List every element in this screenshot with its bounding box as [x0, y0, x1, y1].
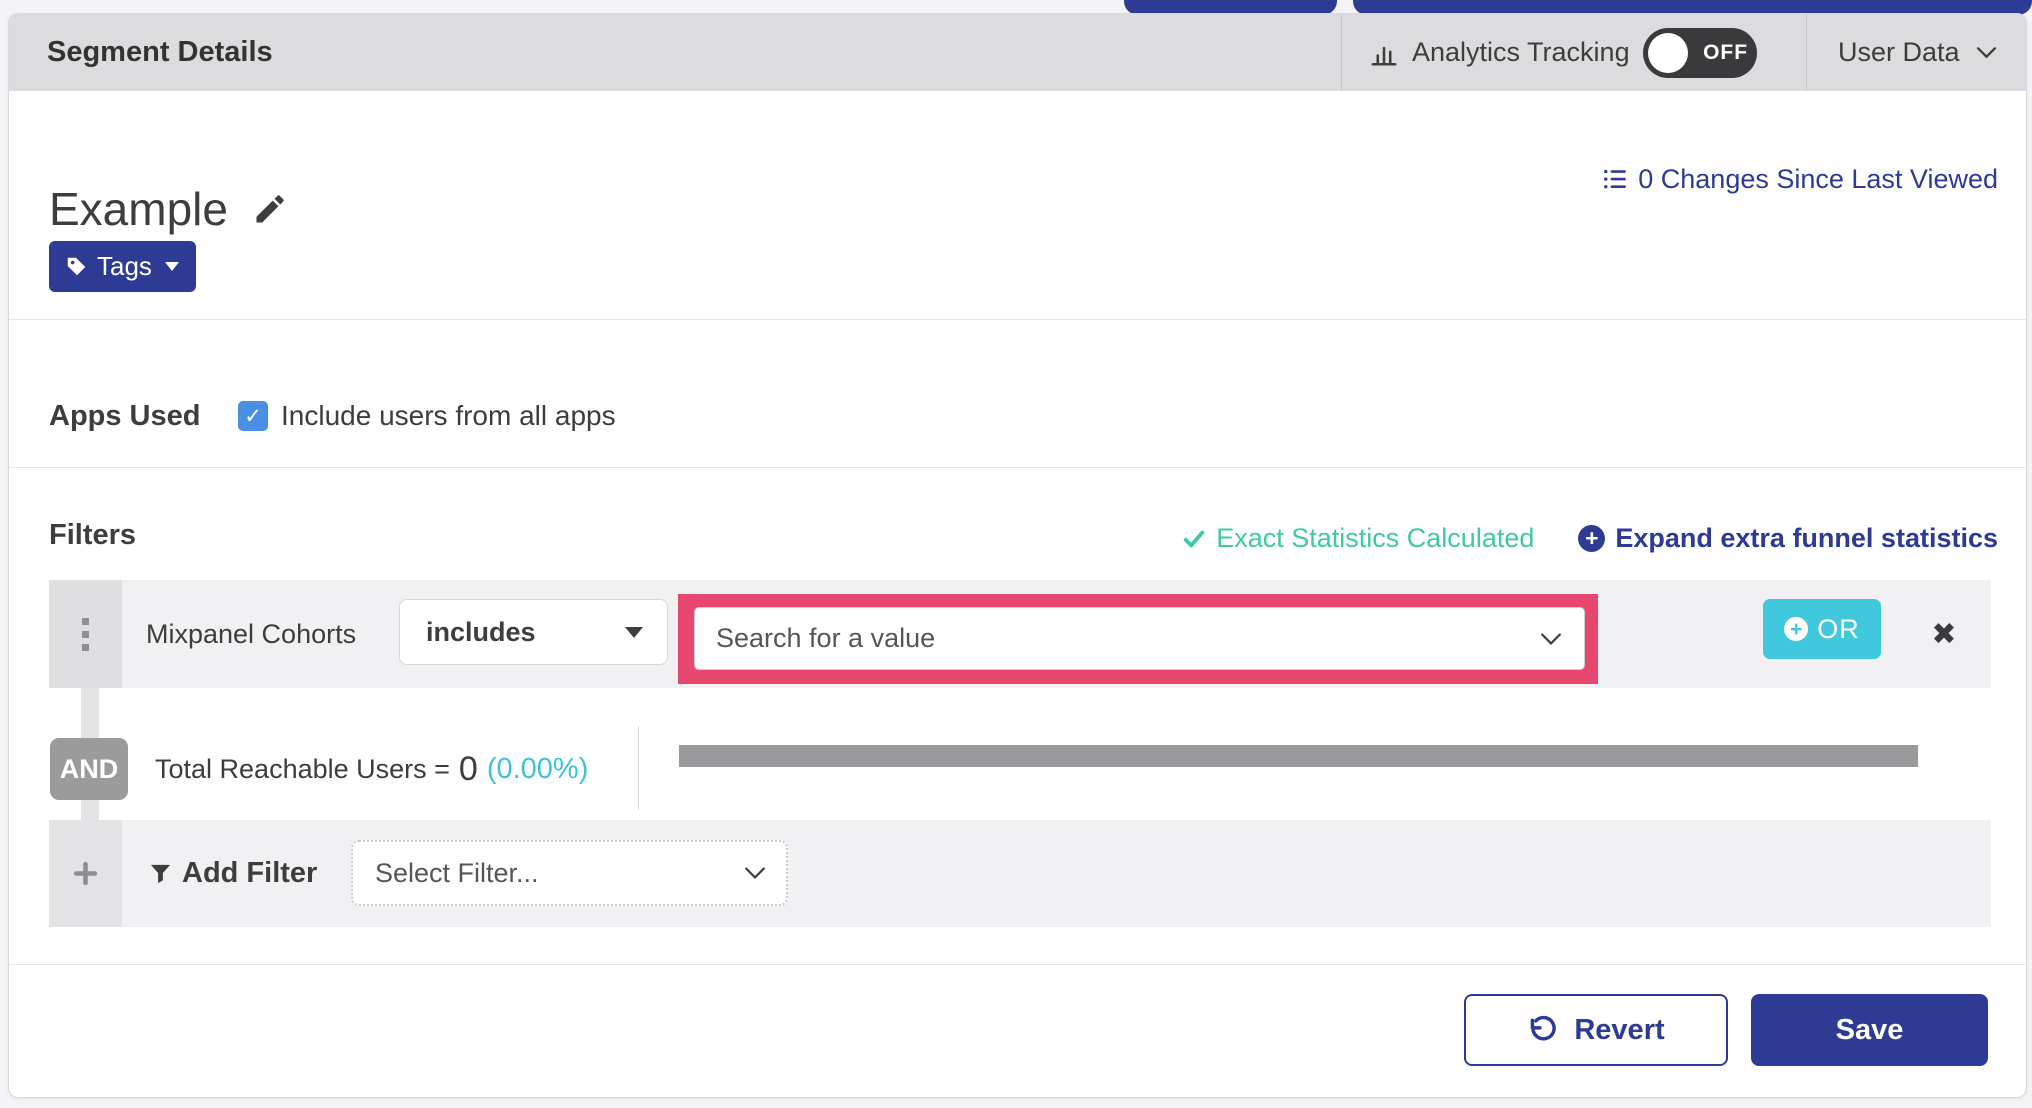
analytics-tracking-toggle[interactable]: OFF	[1642, 27, 1757, 78]
add-filter-label-group: Add Filter	[149, 820, 317, 927]
chevron-down-icon	[1540, 632, 1562, 646]
vertical-dots-icon	[82, 617, 89, 651]
add-filter-row: Add Filter Select Filter...	[49, 820, 1991, 927]
remove-filter-button[interactable]: ✖	[1909, 580, 1979, 688]
caret-down-icon	[164, 262, 179, 271]
toggle-knob	[1647, 32, 1688, 73]
changes-link-label: 0 Changes Since Last Viewed	[1638, 163, 1998, 194]
page-title: Segment Details	[47, 36, 273, 68]
caret-down-icon	[625, 626, 643, 638]
reachable-value: 0	[458, 749, 478, 788]
value-search-select[interactable]: Search for a value	[694, 607, 1585, 670]
close-icon: ✖	[1931, 617, 1957, 651]
user-data-label: User Data	[1838, 37, 1960, 67]
filter-row: Mixpanel Cohorts includes Search for a v…	[49, 580, 1991, 688]
total-reachable-users: Total Reachable Users = 0 (0.00%)	[155, 738, 588, 800]
tags-button-label: Tags	[97, 251, 152, 281]
toggle-state-label: OFF	[1703, 40, 1749, 64]
chevron-down-icon	[744, 866, 766, 880]
check-icon: ✓	[244, 404, 262, 428]
funnel-icon	[149, 862, 172, 885]
add-filter-label: Add Filter	[182, 857, 318, 889]
and-label: AND	[59, 753, 119, 784]
exact-statistics-label: Exact Statistics Calculated	[1216, 523, 1535, 553]
stats-divider	[638, 726, 639, 810]
operator-select[interactable]: includes	[399, 599, 668, 665]
section-divider	[9, 319, 2026, 320]
panel-header: Segment Details Analytics Tracking OFF U…	[9, 14, 2026, 91]
expand-funnel-statistics-link[interactable]: + Expand extra funnel statistics	[1578, 523, 1998, 554]
filter-name: Mixpanel Cohorts	[146, 618, 357, 649]
pencil-icon	[252, 191, 288, 227]
save-button-label: Save	[1835, 1013, 1904, 1046]
include-all-apps-checkbox[interactable]: ✓	[238, 401, 268, 431]
add-row-handle[interactable]	[49, 820, 122, 927]
operator-value: includes	[426, 616, 536, 647]
apps-used-label: Apps Used	[49, 400, 201, 432]
revert-button-label: Revert	[1574, 1013, 1665, 1046]
select-filter-dropdown[interactable]: Select Filter...	[351, 840, 788, 906]
segment-details-panel: Segment Details Analytics Tracking OFF U…	[8, 13, 2027, 1098]
drag-handle[interactable]	[49, 580, 122, 688]
expand-funnel-label: Expand extra funnel statistics	[1615, 523, 1998, 553]
annotation-highlight-box: Search for a value	[678, 594, 1598, 684]
include-all-apps-label: Include users from all apps	[281, 400, 616, 431]
segment-name-row: Example	[49, 182, 288, 236]
reachable-users-bar	[679, 745, 1918, 767]
header-divider	[1341, 14, 1342, 91]
tags-button[interactable]: Tags	[49, 241, 196, 292]
undo-arrow-icon	[1527, 1015, 1558, 1046]
bar-chart-icon	[1369, 38, 1399, 68]
select-filter-placeholder: Select Filter...	[375, 857, 539, 888]
tag-icon	[66, 256, 87, 277]
filters-heading: Filters	[49, 519, 137, 551]
footer-divider	[9, 964, 2026, 965]
edit-name-button[interactable]	[252, 191, 288, 227]
header-divider	[1806, 14, 1807, 91]
analytics-tracking-label: Analytics Tracking	[1412, 37, 1630, 67]
user-data-dropdown[interactable]: User Data	[1838, 14, 1997, 91]
or-button-label: OR	[1817, 613, 1860, 644]
value-search-placeholder: Search for a value	[716, 623, 936, 653]
plus-icon	[73, 861, 98, 886]
reachable-label: Total Reachable Users =	[155, 753, 450, 784]
segment-name: Example	[49, 183, 228, 235]
plus-circle-icon: +	[1578, 525, 1606, 552]
add-or-condition-button[interactable]: + OR	[1763, 599, 1881, 659]
plus-circle-icon: +	[1784, 617, 1809, 641]
analytics-tracking-group: Analytics Tracking OFF	[1369, 14, 1757, 91]
exact-statistics-status: Exact Statistics Calculated	[1182, 523, 1534, 554]
save-button[interactable]: Save	[1751, 994, 1988, 1066]
changes-since-last-viewed-link[interactable]: 0 Changes Since Last Viewed	[1602, 162, 1998, 196]
chevron-down-icon	[1976, 46, 1997, 59]
filters-status-row: Exact Statistics Calculated + Expand ext…	[1182, 523, 1998, 554]
revert-button[interactable]: Revert	[1464, 994, 1728, 1066]
reachable-percent: (0.00%)	[486, 752, 589, 785]
and-connector-badge: AND	[50, 738, 128, 800]
section-divider	[9, 467, 2026, 468]
check-icon	[1182, 528, 1206, 550]
changelog-list-icon	[1602, 166, 1628, 192]
